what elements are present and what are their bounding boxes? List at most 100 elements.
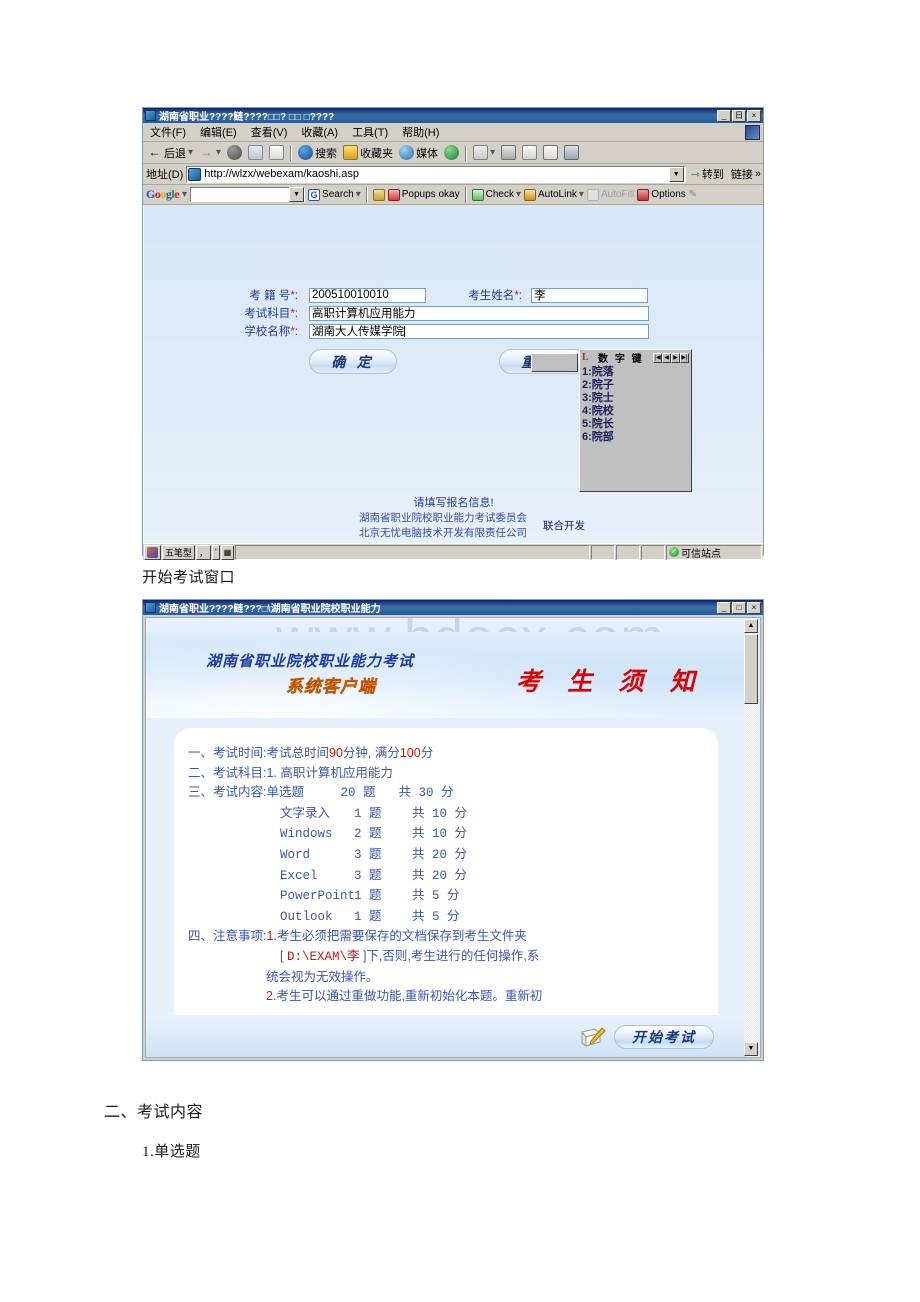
ime-header: L 数 字 键 |◀ ◀ ▶ ▶| xyxy=(580,350,691,365)
exam-minimize-button[interactable]: _ xyxy=(717,601,731,614)
scroll-down-button[interactable]: ▼ xyxy=(744,1042,758,1056)
popup-blocker-icon xyxy=(387,188,400,201)
refresh-button[interactable] xyxy=(246,144,265,161)
close-button[interactable]: × xyxy=(747,109,761,122)
menu-item-favorites[interactable]: 收藏(A) xyxy=(294,123,345,141)
ime-mode-button[interactable]: 五笔型 xyxy=(162,544,196,560)
chevron-down-icon: ▾ xyxy=(188,147,194,158)
vertical-scrollbar[interactable]: ▲ ▼ xyxy=(744,619,758,1056)
chevron-down-icon[interactable]: ▾ xyxy=(516,189,521,200)
status-pane-2 xyxy=(591,544,615,560)
ime-first-button[interactable]: |◀ xyxy=(653,352,662,363)
spellcheck-icon xyxy=(471,188,484,201)
scroll-up-button[interactable]: ▲ xyxy=(744,619,758,633)
doc-caption-1: 开始考试窗口 xyxy=(142,570,236,586)
toolbar-separator xyxy=(464,186,467,203)
toolbar-handle[interactable]: ✎ xyxy=(689,189,697,200)
google-search-button[interactable]: G Search ▾ xyxy=(308,188,361,201)
menu-item-file[interactable]: 文件(F) xyxy=(143,123,193,141)
exam-maximize-button[interactable]: □ xyxy=(732,601,746,614)
discuss-button[interactable] xyxy=(541,144,560,161)
stop-button[interactable] xyxy=(225,144,244,161)
scrollbar-thumb[interactable] xyxy=(744,634,758,704)
rule-line-notes-1c: 统会视为无效操作。 xyxy=(266,969,379,984)
ime-candidate[interactable]: 3:院士 xyxy=(582,392,689,405)
exam-close-button[interactable]: × xyxy=(747,601,761,614)
mail-button[interactable]: ▾ xyxy=(471,144,497,161)
links-button[interactable]: 链接 » xyxy=(729,165,763,183)
print-button[interactable] xyxy=(499,144,518,161)
go-arrow-icon: ⇾ xyxy=(690,168,700,181)
minimize-button[interactable]: _ xyxy=(717,109,731,122)
star-icon xyxy=(343,145,359,160)
ime-punct-button[interactable]: ， xyxy=(196,544,212,560)
messenger-button[interactable] xyxy=(562,144,581,161)
address-input[interactable]: http://wlzx/webexam/kaoshi.asp ▼ xyxy=(186,165,686,183)
input-student-name-value: 李 xyxy=(534,290,546,302)
menu-item-help[interactable]: 帮助(H) xyxy=(395,123,446,141)
input-school[interactable]: 湖南大人传媒学院 xyxy=(309,323,649,339)
form-row-subject: 考试科目*: 高职计算机应用能力 xyxy=(236,305,649,321)
ime-prev-button[interactable]: ◀ xyxy=(662,352,671,363)
rule-line-subject: 二、考试科目:1. 高职计算机应用能力 xyxy=(188,765,393,780)
ime-halfwidth-button[interactable]: ' xyxy=(212,544,220,560)
ime-candidate[interactable]: 6:院部 xyxy=(582,431,689,444)
ime-candidate[interactable]: 4:院校 xyxy=(582,405,689,418)
spellcheck-button[interactable]: Check ▾ xyxy=(471,188,521,201)
banner-title: 考 生 须 知 xyxy=(516,669,705,696)
address-dropdown-icon[interactable]: ▼ xyxy=(668,166,684,182)
google-search-input[interactable]: ▼ xyxy=(190,187,306,202)
label-student-name: 考生姓名*: xyxy=(468,290,522,302)
chevron-down-icon[interactable]: ▾ xyxy=(356,189,361,200)
history-button[interactable] xyxy=(442,144,461,161)
ime-candidate[interactable]: 2:院子 xyxy=(582,379,689,392)
pagerank-button[interactable] xyxy=(372,188,385,201)
autofill-button[interactable]: AutoFill xyxy=(586,188,634,201)
ime-candidate[interactable]: 5:院长 xyxy=(582,418,689,431)
input-student-name[interactable]: 李 xyxy=(531,287,648,303)
browser-statusbar: 五笔型 ， ' ▦ ✓ 可信站点 xyxy=(143,543,763,560)
forward-button[interactable]: → ▾ xyxy=(197,144,223,161)
chevron-down-icon[interactable]: ▾ xyxy=(579,189,584,200)
menu-item-edit[interactable]: 编辑(E) xyxy=(193,123,244,141)
exam-client-window: 湖南省职业????鲢???□\湖南省职业院校职业能力 _ □ × www.bdo… xyxy=(142,599,764,1061)
start-exam-button[interactable]: 开始考试 xyxy=(614,1025,714,1049)
options-icon xyxy=(637,188,650,201)
ime-candidate-window: L 数 字 键 |◀ ◀ ▶ ▶| 1:院落 2:院子 3:院士 4:院校 5:… xyxy=(579,349,692,492)
input-student-id[interactable]: 200510010010 xyxy=(309,287,426,303)
google-g-icon: G xyxy=(308,188,321,201)
search-button[interactable]: 搜索 xyxy=(296,144,339,162)
messenger-icon xyxy=(564,145,580,160)
browser-title: 湖南省职业????鲢????□□? □□ □???? xyxy=(159,112,335,123)
browser-titlebar: 湖南省职业????鲢????□□? □□ □???? _ 日 × xyxy=(143,108,763,123)
home-button[interactable] xyxy=(267,144,286,161)
pencil-icon: ✎ xyxy=(688,189,698,200)
autolink-button[interactable]: AutoLink ▾ xyxy=(523,188,584,201)
chevron-down-icon[interactable]: ▾ xyxy=(182,189,187,200)
search-icon xyxy=(298,145,314,160)
page-icon xyxy=(188,167,202,181)
security-zone-pane[interactable]: ✓ 可信站点 xyxy=(666,544,762,560)
submit-button[interactable]: 确 定 xyxy=(309,349,397,374)
options-button[interactable]: Options xyxy=(637,188,686,201)
toolbar-separator xyxy=(365,186,368,203)
toolbar-separator xyxy=(465,144,468,161)
menu-item-tools[interactable]: 工具(T) xyxy=(345,123,395,141)
ime-next-button[interactable]: ▶ xyxy=(671,352,680,363)
rule-line-notes-1: 四、注意事项:1.考生必须把需要保存的文档保存到考生文件夹 xyxy=(188,929,527,944)
edit-button[interactable] xyxy=(520,144,539,161)
popup-blocker-button[interactable]: Popups okay xyxy=(387,188,460,201)
media-button[interactable]: 媒体 xyxy=(397,144,440,162)
ime-icon[interactable] xyxy=(144,544,161,560)
google-search-dropdown-icon[interactable]: ▼ xyxy=(289,187,305,202)
input-subject[interactable]: 高职计算机应用能力 xyxy=(309,305,649,321)
ime-last-button[interactable]: ▶| xyxy=(680,352,689,363)
ime-candidate[interactable]: 1:院落 xyxy=(582,366,689,379)
back-button[interactable]: ← 后退 ▾ xyxy=(145,144,195,162)
favorites-button[interactable]: 收藏夹 xyxy=(341,144,395,162)
maximize-button[interactable]: 日 xyxy=(732,109,746,122)
exam-registration-page: 考 籍 号*: 200510010010 考生姓名*: 李 考试科目*: 高职计… xyxy=(143,205,763,543)
menu-item-view[interactable]: 查看(V) xyxy=(244,123,295,141)
go-button[interactable]: ⇾ 转到 xyxy=(689,165,726,183)
ime-soft-keyboard-button[interactable]: ▦ xyxy=(220,544,235,560)
